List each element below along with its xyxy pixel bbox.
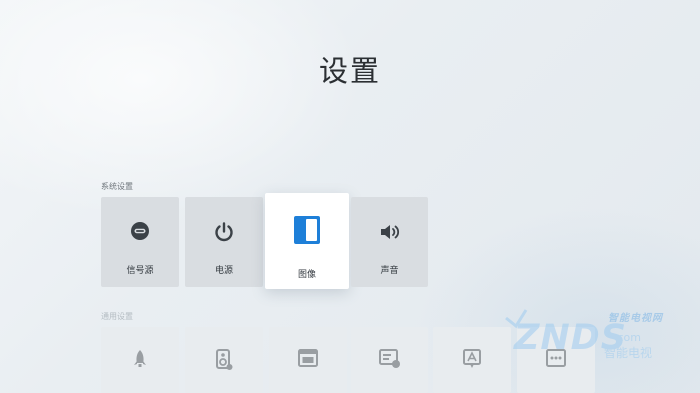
speaker-icon	[379, 222, 401, 242]
window-icon	[298, 349, 318, 367]
font-icon	[463, 349, 481, 369]
rocket-icon	[132, 349, 148, 369]
picture-icon	[294, 216, 320, 244]
watermark-logo: 智能电视网 ZNDS ·com 智能电视	[496, 300, 700, 380]
tile-picture[interactable]: 图像	[265, 193, 349, 289]
network-icon	[378, 349, 401, 369]
tile-label-sound: 声音	[380, 266, 399, 276]
tile-power[interactable]: 电源	[185, 197, 263, 287]
page-title: 设置	[318, 54, 381, 88]
tile-label-picture: 图像	[297, 270, 316, 280]
power-icon	[213, 221, 235, 243]
tile-general-4[interactable]	[351, 327, 428, 393]
tile-input-source[interactable]: 信号源	[101, 197, 179, 287]
tile-sound[interactable]: 声音	[351, 197, 428, 287]
watermark-domain: ·com	[614, 331, 641, 344]
input-source-icon	[130, 221, 150, 241]
tile-general-3[interactable]	[269, 327, 347, 393]
watermark-subtext: 智能电视	[604, 346, 653, 360]
tile-general-2[interactable]	[185, 327, 263, 393]
storage-icon	[215, 349, 233, 371]
tile-general-1[interactable]	[101, 327, 179, 393]
section-label-system: 系统设置	[101, 182, 133, 191]
section-label-general: 通用设置	[101, 312, 133, 321]
tile-label-input-source: 信号源	[126, 266, 154, 276]
tile-label-power: 电源	[214, 266, 233, 276]
